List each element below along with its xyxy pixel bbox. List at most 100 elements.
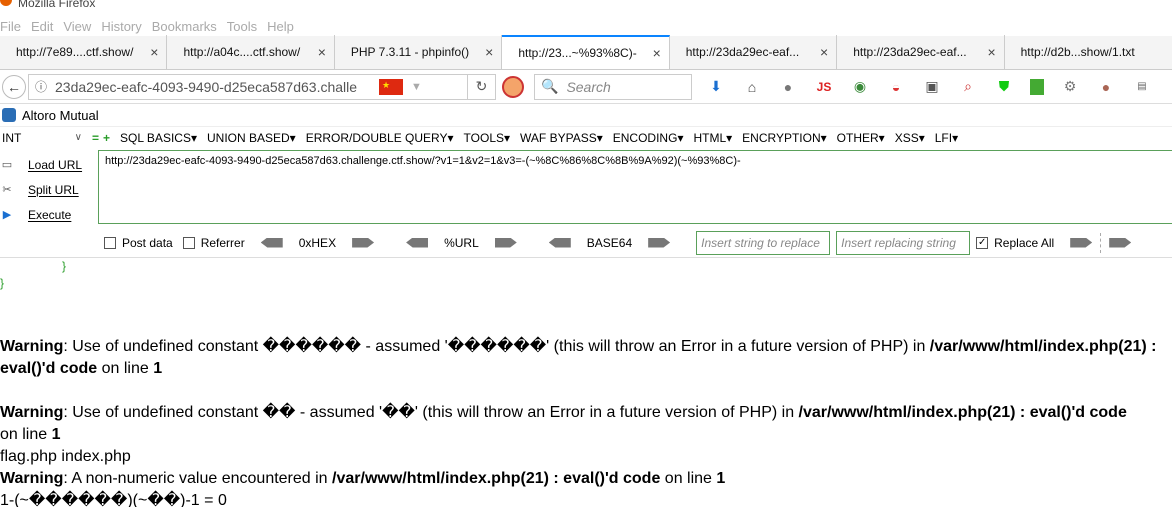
close-icon[interactable]: × (653, 45, 661, 61)
minus-icon[interactable]: = (92, 131, 99, 145)
encode-arrow-icon[interactable] (352, 237, 375, 248)
line-number: 1 (153, 360, 163, 377)
close-icon[interactable]: × (987, 44, 995, 60)
blocker-icon[interactable] (502, 75, 524, 98)
close-icon[interactable]: × (820, 44, 828, 60)
load-url-button[interactable]: ▭ Load URL (0, 152, 100, 177)
insert-string-input[interactable]: Insert string to replace (696, 230, 831, 255)
eval-label: eval()'d code (0, 360, 98, 377)
hackbar-menu-lfi[interactable]: LFI▾ (935, 131, 958, 145)
warning-label: Warning (0, 404, 64, 421)
replace-all-label: Replace All (994, 235, 1055, 250)
close-icon[interactable]: × (485, 44, 493, 60)
chevron-down-icon[interactable]: ▼ (411, 81, 422, 93)
hackbar-menu-union-based[interactable]: UNION BASED▾ (207, 131, 296, 145)
hackbar-menu-sql-basics[interactable]: SQL BASICS▾ (120, 131, 197, 145)
menu-file[interactable]: File (0, 19, 21, 34)
post-data-checkbox[interactable] (104, 236, 116, 249)
hackbar-menu-xss[interactable]: XSS▾ (895, 131, 925, 145)
menu-help[interactable]: Help (267, 19, 294, 34)
split-url-button[interactable]: ✂ Split URL (0, 177, 100, 202)
search-box[interactable]: 🔍 Search (534, 73, 692, 100)
download-icon[interactable]: ⬇ (706, 77, 726, 97)
replacing-string-input[interactable]: Insert replacing string (836, 230, 971, 255)
hackbar-menu-encoding[interactable]: ENCODING▾ (613, 131, 684, 145)
tab-label: http://23da29ec-eaf... (853, 45, 967, 59)
info-icon[interactable]: ⓘ (35, 78, 47, 95)
hackbar-menu-waf-bypass[interactable]: WAF BYPASS▾ (520, 131, 603, 145)
devtools-icon[interactable]: ▣ (922, 77, 942, 97)
bookmark-altoro[interactable]: Altoro Mutual (22, 108, 99, 123)
tab-bar: http://7e89....ctf.show/ × http://a04c...… (0, 35, 1172, 70)
tab[interactable]: PHP 7.3.11 - phpinfo() × (335, 35, 503, 69)
toolbar-icons: ⬇ ⌂ ● JS ◉ ◒ ▣ ⌕ ⛊ ⚙ ● ▤ (706, 77, 1168, 97)
back-button[interactable]: ← (2, 74, 26, 99)
warning-message-line2: on line 1 (0, 424, 61, 446)
proxy-icon[interactable]: ● (778, 77, 798, 97)
tab[interactable]: http://23da29ec-eaf... × (837, 35, 1005, 69)
close-icon[interactable]: × (318, 44, 326, 60)
line-text: on line (660, 470, 717, 487)
hackbar-menu-error-double-query[interactable]: ERROR/DOUBLE QUERY▾ (306, 131, 454, 145)
page-content: } } Warning: Use of undefined constant �… (0, 258, 1172, 507)
decode-arrow-icon[interactable] (406, 237, 429, 248)
split-icon: ✂ (2, 184, 12, 196)
tab[interactable]: http://7e89....ctf.show/ × (0, 35, 168, 69)
encode-arrow-icon[interactable] (494, 237, 517, 248)
chevron-down-icon: ∨ (74, 132, 82, 143)
referrer-checkbox[interactable] (182, 236, 195, 249)
addon-icon[interactable]: ◒ (886, 77, 906, 97)
warning-label: Warning (0, 338, 64, 355)
js-toggle-icon[interactable]: JS (814, 77, 834, 97)
settings-icon[interactable]: ⚙ (1060, 77, 1080, 97)
replace-arrow-icon[interactable] (1070, 237, 1093, 248)
address-text[interactable]: 23da29ec-eafc-4093-9490-d25eca587d63.cha… (55, 79, 377, 95)
hackbar-type-select[interactable]: INT ∨ (0, 129, 86, 147)
home-icon[interactable]: ⌂ (742, 77, 762, 97)
address-bar[interactable]: ⓘ 23da29ec-eafc-4093-9490-d25eca587d63.c… (28, 73, 468, 100)
hackbar-menu-html[interactable]: HTML▾ (693, 131, 732, 145)
replace-all-checkbox[interactable]: ✓ (976, 236, 989, 249)
base64-encoder: BASE64 (543, 236, 676, 250)
post-data-label: Post data (122, 235, 173, 250)
replace-all-option[interactable]: ✓ Replace All (976, 236, 1054, 250)
referrer-option[interactable]: Referrer (182, 236, 245, 250)
tab[interactable]: http://d2b...show/1.txt (1005, 35, 1172, 69)
decode-arrow-icon[interactable] (260, 237, 283, 248)
cookie-icon[interactable]: ● (1096, 77, 1116, 97)
tab[interactable]: http://a04c....ctf.show/ × (167, 35, 335, 69)
replace-arrow-icon[interactable] (1109, 237, 1132, 248)
decode-arrow-icon[interactable] (548, 237, 571, 248)
warning-text: : Use of undefined constant �� - assumed… (63, 404, 799, 421)
menu-bar: File Edit View History Bookmarks Tools H… (0, 16, 1172, 36)
hackbar-url-input[interactable]: http://23da29ec-eafc-4093-9490-d25eca587… (98, 150, 1172, 224)
navigation-bar: ← ⓘ 23da29ec-eafc-4093-9490-d25eca587d63… (0, 70, 1172, 104)
hackbar-menu-encryption[interactable]: ENCRYPTION▾ (742, 131, 827, 145)
warning-message-line2: eval()'d code on line 1 (0, 358, 162, 380)
off-icon[interactable]: ▤ (1132, 77, 1152, 97)
tab[interactable]: http://23da29ec-eaf... × (670, 35, 838, 69)
bookmarks-bar: Altoro Mutual (0, 104, 1172, 126)
tab-label: http://a04c....ctf.show/ (183, 45, 301, 59)
menu-bookmarks[interactable]: Bookmarks (152, 19, 217, 34)
post-data-option[interactable]: Post data (104, 236, 173, 250)
reload-button[interactable]: ↻ (468, 73, 496, 100)
globe-icon[interactable]: ◉ (850, 77, 870, 97)
shield-icon[interactable]: ⛊ (994, 77, 1014, 97)
execute-button[interactable]: ▶ Execute (0, 202, 100, 227)
warning-text: : Use of undefined constant ������ - ass… (63, 338, 930, 355)
bookmark-icon (2, 108, 16, 122)
plus-icon[interactable]: + (103, 131, 110, 145)
zoom-icon[interactable]: ⌕ (958, 77, 978, 97)
tab-active[interactable]: http://23...~%93%8C)- × (502, 35, 670, 69)
encode-arrow-icon[interactable] (648, 237, 671, 248)
menu-tools[interactable]: Tools (227, 19, 257, 34)
close-icon[interactable]: × (150, 44, 158, 60)
menu-history[interactable]: History (101, 19, 141, 34)
title-bar: Mozilla Firefox (0, 0, 1172, 16)
menu-view[interactable]: View (63, 19, 91, 34)
menu-edit[interactable]: Edit (31, 19, 53, 34)
hackbar-menu-other[interactable]: OTHER▾ (837, 131, 885, 145)
extension-icon[interactable] (1030, 78, 1044, 95)
hackbar-menu-tools[interactable]: TOOLS▾ (464, 131, 511, 145)
